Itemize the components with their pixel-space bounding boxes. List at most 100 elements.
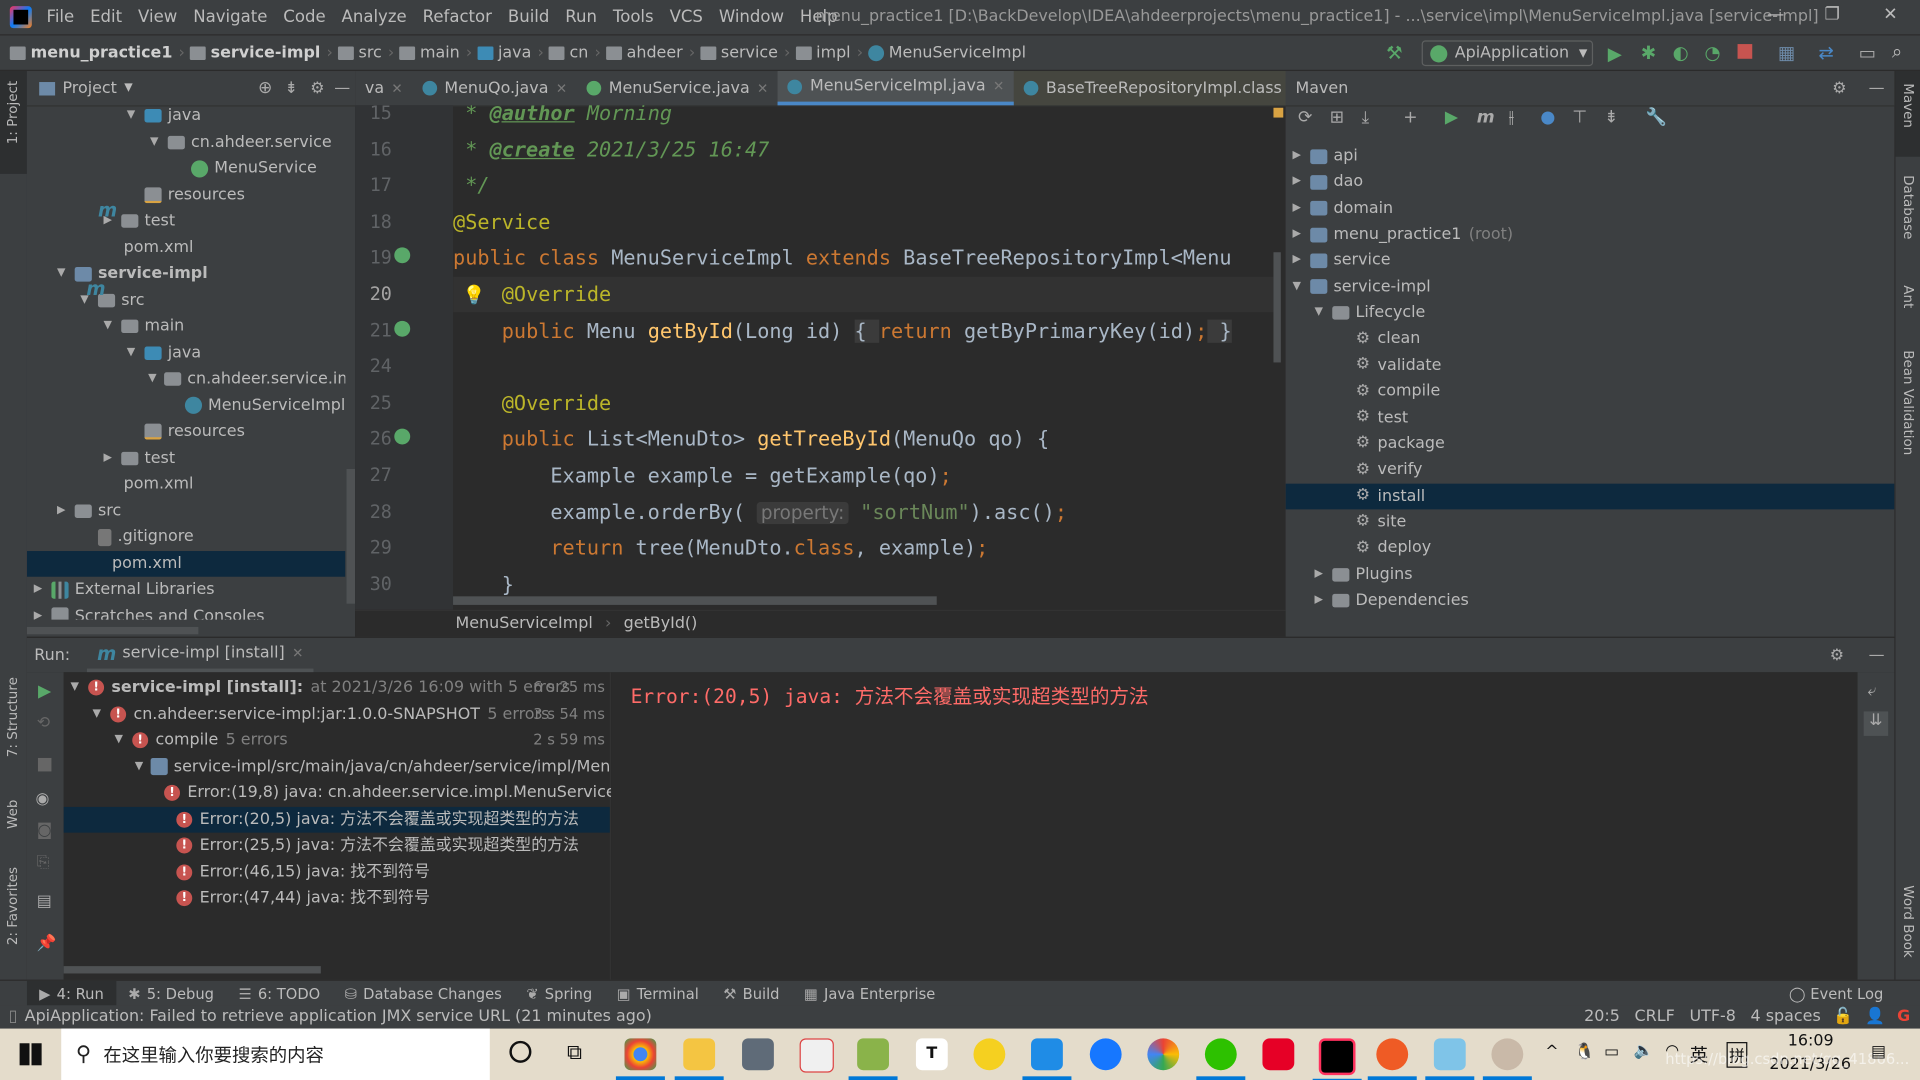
build-output-item[interactable]: ▼! service-impl [install]: at 2021/3/26 16… [64,675,610,701]
tool-window-favorites[interactable]: 2: Favorites [5,867,21,945]
hide-icon[interactable]: — [1869,646,1885,664]
tool-window-project[interactable]: 1: Project [5,81,21,144]
tree-item[interactable]: ▶ api [1286,143,1895,169]
restore-button[interactable]: ❐ [1824,5,1839,25]
menu-tools[interactable]: Tools [613,7,654,27]
nav-crumb[interactable]: cn › [548,43,601,62]
bottom-tab[interactable]: ▣ Terminal [604,981,711,1007]
profile-icon[interactable]: ◔ [1704,42,1720,64]
collapsed-arrow-icon[interactable]: ▶ [1291,196,1303,222]
tool-window-bean-validation[interactable]: Bean Validation [1900,350,1916,455]
scroll-to-end-icon[interactable]: ⇊ [1863,711,1889,736]
tree-item[interactable]: ▼ java [27,105,345,128]
tree-item[interactable]: m pom.xml [26,280,346,577]
add-icon[interactable]: + [1403,108,1417,128]
expanded-arrow-icon[interactable]: ▼ [55,261,67,287]
tree-item[interactable]: ⚙ deploy [1286,535,1895,561]
overrides-method-icon[interactable] [394,320,411,337]
minimize-button[interactable]: — [1767,5,1784,25]
netease-music-app-icon[interactable] [1262,1038,1295,1071]
file-explorer-app-icon[interactable] [674,1038,724,1080]
translate-icon[interactable]: ⇄ [1818,42,1833,64]
notepad-plus-app-icon[interactable] [848,1038,898,1080]
code-area[interactable]: * @author Morning * @create 2021/3/25 16… [453,105,1274,609]
build-output-item[interactable]: ! Error:(47,44) java: 找不到符号 [64,885,610,911]
bottom-tab[interactable]: ▶ 4: Run [26,980,117,1007]
menu-refactor[interactable]: Refactor [423,7,492,27]
nav-crumb[interactable]: service-impl › [189,43,333,62]
menu-code[interactable]: Code [283,7,325,27]
status-toggle-icon[interactable]: ▯ [9,1008,18,1026]
run-configuration-select[interactable]: ApiApplication ▼ [1421,40,1594,67]
expanded-arrow-icon[interactable]: ▼ [91,701,103,727]
snipping-tool-app-icon[interactable] [799,1038,834,1073]
indent-setting[interactable]: 4 spaces [1751,1008,1821,1026]
tree-item[interactable]: ⚙ install [1285,483,1895,509]
close-tab-icon[interactable]: ✕ [391,80,402,96]
tool-window-word-book[interactable]: Word Book [1900,885,1916,957]
offline-mode-icon[interactable]: ● [1540,108,1555,128]
chevron-down-icon[interactable]: ▼ [124,82,132,94]
maven-settings-wrench-icon[interactable]: 🔧 [1646,108,1667,128]
windows-start-icon[interactable] [19,1043,42,1066]
tree-item[interactable]: ⚙ site [1286,509,1895,535]
tool-window-structure[interactable]: 7: Structure [5,677,21,757]
typora-app-icon[interactable]: T [915,1038,948,1071]
tree-item[interactable]: ▼ java [27,340,345,366]
build-hammer-icon[interactable]: ⚒ [1386,42,1402,64]
inspector-icon[interactable]: 👤 [1865,1008,1885,1026]
nav-crumb[interactable]: MenuServiceImpl [867,43,1026,62]
file-encoding[interactable]: UTF-8 [1689,1008,1735,1026]
editor-tab[interactable]: va ✕ [355,71,412,105]
wechat-app-icon[interactable] [1196,1038,1246,1080]
tree-item[interactable]: ▼ src [27,287,345,313]
editor-vertical-scrollbar[interactable] [1273,252,1281,363]
expanded-arrow-icon[interactable]: ▼ [1291,274,1303,300]
browser-app-icon[interactable] [1147,1038,1180,1071]
nav-crumb[interactable]: main › [399,43,472,62]
menu-run[interactable]: Run [565,7,597,27]
tree-item[interactable]: ▶ domain [1286,196,1895,222]
nav-crumb[interactable]: service › [700,43,790,62]
settings-gear-icon[interactable]: ⚙ [310,79,324,97]
run-tab[interactable]: m service-impl [install] ✕ [87,638,314,673]
breadcrumb-class[interactable]: MenuServiceImpl [456,615,593,633]
nav-crumb[interactable]: src › [337,43,394,62]
tree-item[interactable]: ▶ Dependencies [1286,588,1895,614]
build-output-item[interactable]: ▼! cn.ahdeer:service-impl:jar:1.0.0-SNAPS… [64,701,610,727]
battery-icon[interactable]: ▭ [1604,1043,1619,1061]
export-icon[interactable]: ⎘ [37,853,50,871]
qq-icon[interactable]: 🐧 [1575,1043,1595,1061]
menu-analyze[interactable]: Analyze [342,7,407,27]
chrome-app-icon[interactable] [615,1038,665,1080]
toggle-view-eye-icon[interactable]: ◉ [36,790,50,808]
user-avatar-app-icon[interactable] [1482,1038,1532,1080]
tree-item[interactable]: resources [27,182,345,208]
expanded-arrow-icon[interactable]: ▼ [135,754,143,780]
tree-item[interactable]: ⚙ test [1286,405,1895,431]
search-everywhere-icon[interactable]: ⌕ [1892,40,1902,62]
expanded-arrow-icon[interactable]: ▼ [125,105,137,128]
google-icon[interactable]: G [1897,1008,1910,1026]
project-vertical-scrollbar[interactable] [346,468,356,604]
soft-wrap-icon[interactable]: ⤶ [1867,682,1876,700]
editor-tab[interactable]: BaseTreeRepositoryImpl.class [1014,71,1292,106]
bottom-tab[interactable]: ☰ 6: TODO [226,981,332,1007]
taskbar-search[interactable]: ⚲ 在这里输入你要搜索的内容 [61,1028,490,1080]
collapsed-arrow-icon[interactable]: ▶ [55,498,67,524]
tree-item[interactable]: ⚙ verify [1286,457,1895,483]
show-dependencies-icon[interactable]: ⊤ [1572,108,1587,128]
tree-item[interactable]: m pom.xml [27,201,345,497]
nav-crumb[interactable]: java › [477,43,544,62]
music-app-icon[interactable] [973,1038,1006,1071]
implemented-interface-icon[interactable] [394,247,411,264]
inspection-warning-marker[interactable] [1273,107,1284,118]
tree-item[interactable]: ▶ Plugins [1286,562,1895,588]
line-separator[interactable]: CRLF [1635,1008,1675,1026]
editor-tab[interactable]: MenuQo.java ✕ [413,71,577,105]
menu-build[interactable]: Build [508,7,549,27]
run-icon[interactable]: ▶ [1608,43,1622,65]
task-view-icon[interactable]: ⧉ [567,1041,582,1065]
editor-horizontal-scrollbar[interactable] [453,596,937,605]
tree-item[interactable]: ▼ service-impl [27,261,345,287]
